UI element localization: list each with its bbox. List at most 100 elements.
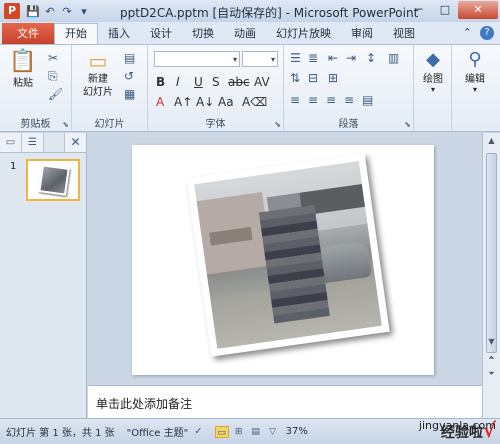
paste-icon: 📋 [9,49,37,74]
distribute-icon[interactable]: ▤ [362,93,373,107]
columns-icon[interactable]: ▥ [388,51,399,65]
help-icon[interactable]: ? [480,26,494,40]
align-text-icon[interactable]: ⊟ [308,71,318,85]
chevron-down-icon: ▾ [270,55,275,64]
binoculars-icon: ⚲ [468,49,482,70]
change-case-icon[interactable]: Aa [218,95,234,109]
cut-icon[interactable]: ✂ [48,51,58,65]
strikethrough-icon[interactable]: abc [228,75,250,89]
slide-thumbnail[interactable] [26,159,80,201]
tab-home[interactable]: 开始 [54,23,98,44]
font-launcher-icon[interactable]: ⬊ [274,120,281,129]
bold-icon[interactable]: B [156,75,165,89]
spacing-icon[interactable]: AV [254,75,270,89]
maximize-button[interactable]: □ [432,1,458,19]
slideshow-icon[interactable]: ▽ [266,426,280,438]
drawing-button[interactable]: ◆ 绘图 ▾ [418,49,448,94]
slides-group-label: 幻灯片 [94,119,125,130]
align-center-icon[interactable]: ≡ [308,93,318,107]
section-icon[interactable]: ▦ [124,87,135,101]
chevron-down-icon: ▾ [232,55,237,64]
paste-button[interactable]: 📋 粘贴 [8,49,38,89]
redo-icon[interactable]: ↷ [60,5,74,18]
powerpoint-app-icon[interactable]: P [4,3,20,19]
paragraph-group: ☰ ≣ ⇤ ⇥ ↕ ▥ ⇅ ⊟ ⊞ ≡ ≡ ≡ ≡ ▤ 段落 ⬊ [284,45,414,132]
layout-icon[interactable]: ▤ [124,51,135,65]
paragraph-group-label: 段落 [338,119,359,130]
chevron-down-icon: ▾ [430,85,435,94]
photo-image [194,161,382,349]
reading-view-icon[interactable]: ▤ [249,426,263,438]
new-slide-button[interactable]: ▭ 新建 幻灯片 [78,49,118,99]
smartart-icon[interactable]: ⊞ [328,71,338,85]
slide-editor [88,133,482,385]
next-slide-icon[interactable]: ⏷ [483,366,500,382]
outline-tab-icon[interactable]: ☰ [22,133,44,152]
notes-pane[interactable]: 单击此处添加备注 [88,385,482,418]
clipboard-group: 📋 粘贴 ✂ ⎘ 🖌 剪贴板 ⬊ [0,45,72,132]
shadow-icon[interactable]: S [212,75,220,89]
scrollbar-thumb[interactable] [486,153,497,353]
clear-format-icon[interactable]: A⌫ [242,95,267,109]
tab-design[interactable]: 设计 [140,24,182,44]
font-family-select[interactable]: ▾ [154,51,240,67]
editing-button[interactable]: ⚲ 编辑 ▾ [460,49,490,94]
ribbon-tabs: 文件 开始 插入 设计 切换 动画 幻灯片放映 审阅 视图 ⌃ ? [0,22,500,44]
line-spacing-icon[interactable]: ↕ [366,51,376,65]
tab-insert[interactable]: 插入 [98,24,140,44]
vertical-scrollbar[interactable]: ▲ ▼ ⏶ ⏷ [482,133,500,418]
increase-indent-icon[interactable]: ⇥ [346,51,356,65]
numbering-icon[interactable]: ≣ [308,51,318,65]
editing-group: ⚲ 编辑 ▾ [452,45,500,132]
scroll-bottom-controls: ▼ ⏶ ⏷ [483,334,500,382]
font-color-icon[interactable]: A [156,95,164,109]
minimize-button[interactable]: ─ [406,1,432,19]
slide-photo[interactable] [186,153,390,357]
chevron-down-icon: ▾ [472,85,477,94]
text-direction-icon[interactable]: ⇅ [290,71,300,85]
clipboard-launcher-icon[interactable]: ⬊ [62,120,69,129]
paragraph-launcher-icon[interactable]: ⬊ [404,120,411,129]
undo-icon[interactable]: ↶ [43,5,57,18]
slides-tab-icon[interactable]: ▭ [0,133,22,152]
slide-canvas[interactable] [132,145,434,375]
zoom-level[interactable]: 37% [286,426,308,437]
font-size-select[interactable]: ▾ [242,51,278,67]
normal-view-icon[interactable]: ▭ [214,425,229,438]
align-right-icon[interactable]: ≡ [326,93,336,107]
quick-access-toolbar: 💾 ↶ ↷ ▾ [26,5,91,18]
slide-sorter-icon[interactable]: ⊞ [232,426,246,438]
scroll-down-icon[interactable]: ▼ [483,334,500,350]
shapes-icon: ◆ [426,49,440,70]
increase-font-icon[interactable]: A↑ [174,95,192,109]
decrease-font-icon[interactable]: A↓ [196,95,214,109]
tab-review[interactable]: 审阅 [341,24,383,44]
ribbon: 📋 粘贴 ✂ ⎘ 🖌 剪贴板 ⬊ ▭ 新建 幻灯片 ▤ ↺ ▦ 幻灯片 ▾ ▾ … [0,44,500,132]
italic-icon[interactable]: I [176,75,180,89]
tab-file[interactable]: 文件 [2,23,54,44]
customize-qat-icon[interactable]: ▾ [77,5,91,18]
notes-placeholder: 单击此处添加备注 [96,397,193,411]
reset-icon[interactable]: ↺ [124,69,134,83]
tab-transitions[interactable]: 切换 [182,24,224,44]
save-icon[interactable]: 💾 [26,5,40,18]
close-button[interactable]: ✕ [458,1,498,19]
spell-check-icon[interactable]: ✓ [194,426,202,437]
tab-animations[interactable]: 动画 [224,24,266,44]
previous-slide-icon[interactable]: ⏶ [483,350,500,366]
format-painter-icon[interactable]: 🖌 [48,87,63,101]
slide-number: 1 [10,161,17,172]
copy-icon[interactable]: ⎘ [48,69,58,84]
tab-slideshow[interactable]: 幻灯片放映 [266,24,341,44]
minimize-ribbon-icon[interactable]: ⌃ [463,26,472,40]
align-left-icon[interactable]: ≡ [290,93,300,107]
decrease-indent-icon[interactable]: ⇤ [328,51,338,65]
justify-icon[interactable]: ≡ [344,93,354,107]
tab-view[interactable]: 视图 [383,24,425,44]
scroll-up-icon[interactable]: ▲ [483,133,500,149]
bullets-icon[interactable]: ☰ [290,51,301,65]
slides-pane: ▭ ☰ ✕ 1 [0,133,87,418]
underline-icon[interactable]: U [194,75,203,89]
close-pane-icon[interactable]: ✕ [64,133,86,152]
thumbnail-photo [38,164,70,196]
